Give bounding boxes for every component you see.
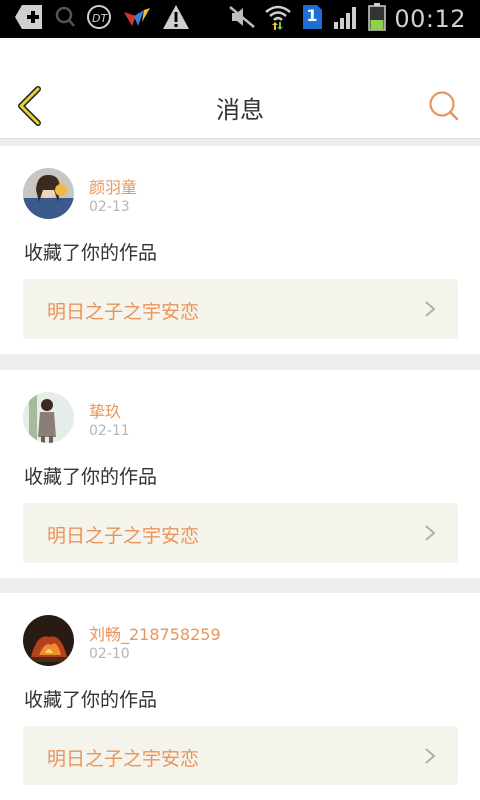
message-card: 挚玖 02-11 收藏了你的作品 明日之子之宇安恋 [0, 370, 480, 578]
avatar[interactable] [23, 392, 74, 443]
message-date: 02-11 [89, 423, 130, 439]
battery-icon [368, 3, 387, 35]
work-link[interactable]: 明日之子之宇安恋 [23, 726, 458, 785]
message-date: 02-10 [89, 646, 130, 662]
plus-notification-icon [14, 4, 44, 34]
search-notification-icon [54, 5, 76, 33]
action-text: 收藏了你的作品 [24, 689, 158, 711]
user-avatar-image [23, 392, 74, 443]
work-link[interactable]: 明日之子之宇安恋 [23, 503, 458, 563]
user-avatar-image [23, 615, 74, 666]
status-bar: DT 1 00:12 [0, 0, 480, 38]
notification-icons: DT [14, 5, 190, 33]
work-title: 明日之子之宇安恋 [47, 301, 200, 323]
search-button[interactable] [428, 90, 460, 122]
sim-badge: 1 [306, 6, 318, 25]
message-date: 02-13 [89, 199, 130, 215]
work-link[interactable]: 明日之子之宇安恋 [23, 279, 458, 339]
avatar[interactable] [23, 168, 74, 219]
chevron-right-icon [425, 301, 436, 317]
message-card: 颜羽童 02-13 收藏了你的作品 明日之子之宇安恋 [0, 146, 480, 354]
username[interactable]: 挚玖 [89, 398, 121, 422]
avatar[interactable] [23, 615, 74, 666]
clock: 00:12 [394, 5, 466, 33]
work-title: 明日之子之宇安恋 [47, 525, 200, 547]
app-notification-icon: DT [86, 4, 112, 34]
message-card: 刘畅_218758259 02-10 收藏了你的作品 明日之子之宇安恋 [0, 593, 480, 800]
sim-icon: 1 [300, 4, 324, 34]
user-avatar-image [23, 168, 74, 219]
action-text: 收藏了你的作品 [24, 242, 158, 264]
page-title: 消息 [216, 96, 264, 124]
signal-icon [332, 4, 360, 34]
mute-icon [228, 5, 256, 33]
username[interactable]: 颜羽童 [89, 174, 137, 198]
app-header: 消息 [0, 38, 480, 139]
svg-text:DT: DT [92, 12, 108, 25]
chevron-right-icon [425, 525, 436, 541]
search-icon [429, 91, 459, 121]
chevron-right-icon [425, 748, 436, 764]
username[interactable]: 刘畅_218758259 [89, 621, 221, 645]
system-icons: 1 00:12 [228, 3, 466, 35]
pinwheel-notification-icon [122, 6, 152, 32]
warning-icon [162, 4, 190, 34]
work-title: 明日之子之宇安恋 [47, 748, 200, 770]
wifi-icon [264, 3, 292, 35]
action-text: 收藏了你的作品 [24, 466, 158, 488]
